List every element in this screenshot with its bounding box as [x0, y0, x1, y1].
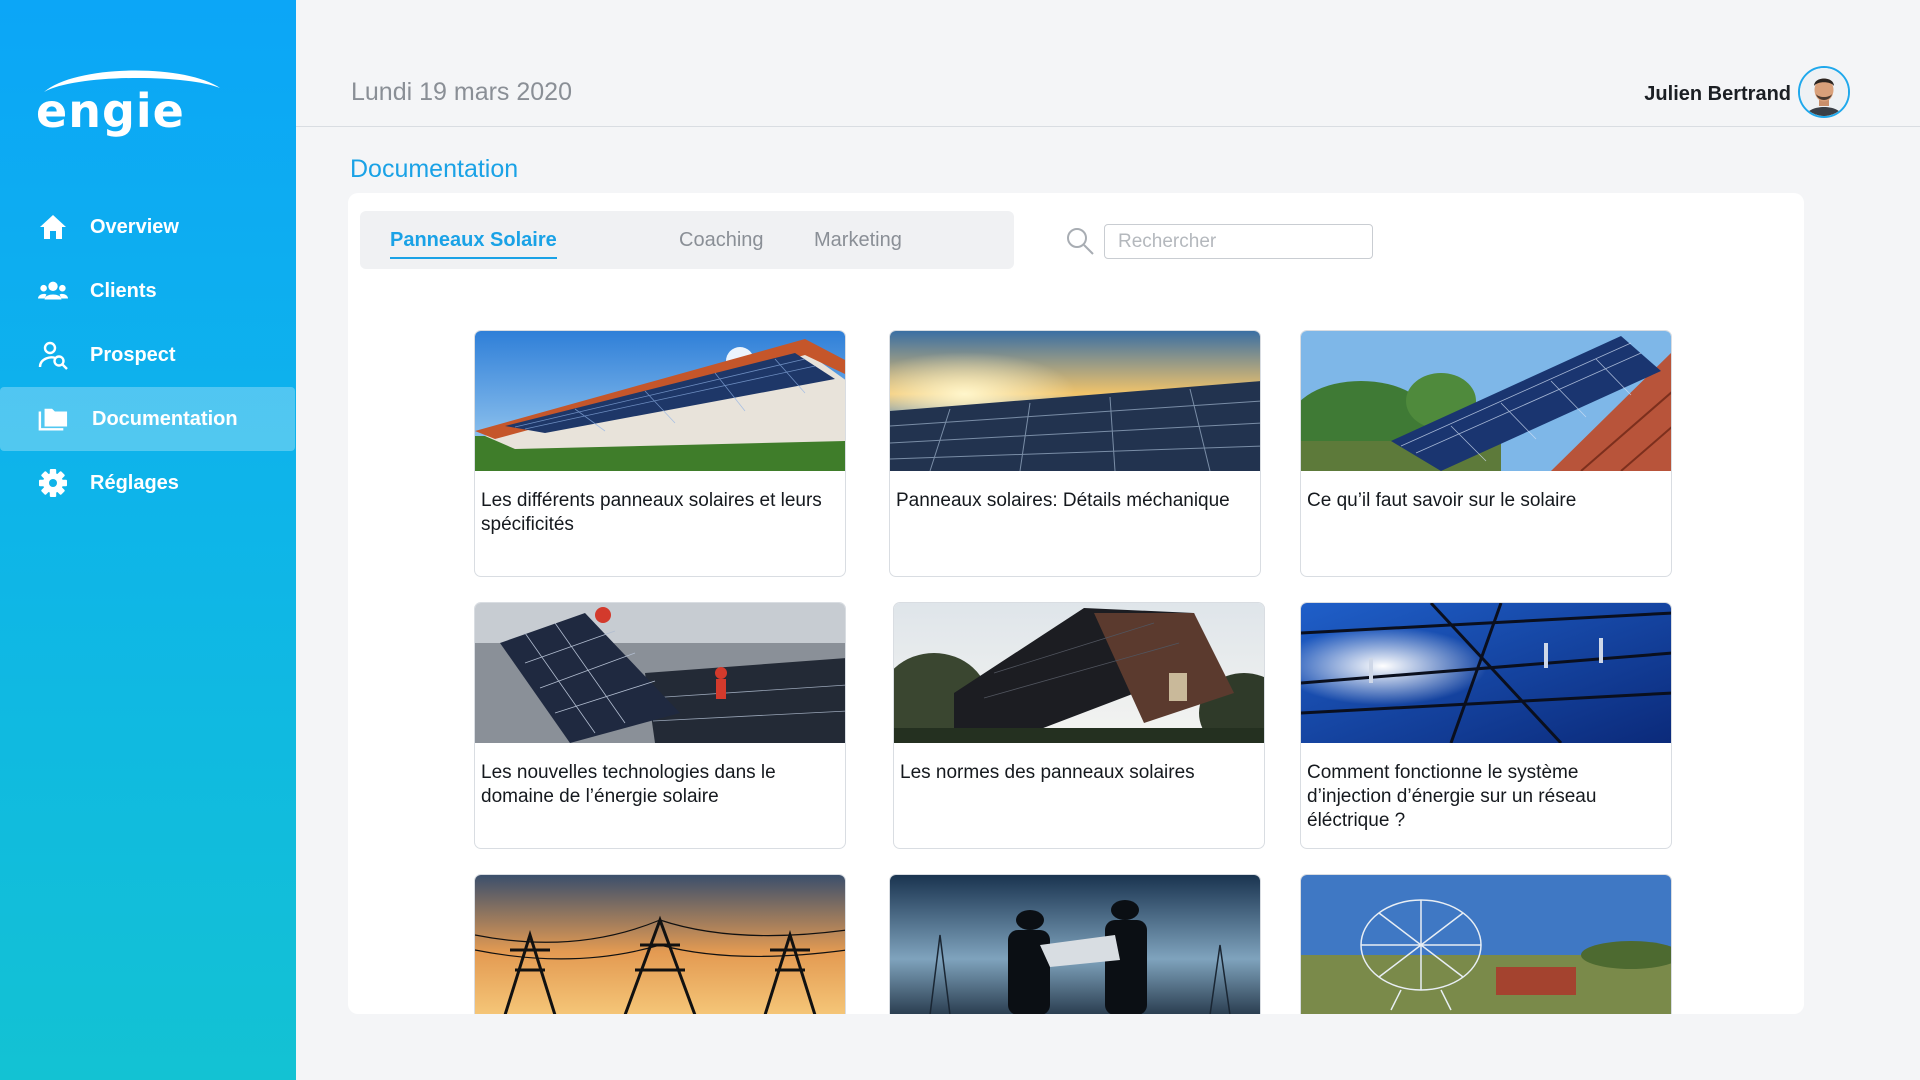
solar-panels-sunset-image	[890, 331, 1260, 471]
sidebar-item-label: Clients	[90, 279, 157, 302]
doc-card[interactable]: Panneaux solaires: Détails méchanique	[889, 330, 1261, 577]
sidebar-item-prospect[interactable]: Prospect	[0, 323, 296, 387]
doc-card[interactable]	[474, 874, 846, 1014]
doc-card[interactable]: Ce qu’il faut savoir sur le solaire	[1300, 330, 1672, 577]
sidebar-item-overview[interactable]: Overview	[0, 195, 296, 259]
doc-card[interactable]: Les différents panneaux solaires et leur…	[474, 330, 846, 577]
house-solar-roof-dusk-image	[894, 603, 1264, 743]
sidebar-item-clients[interactable]: Clients	[0, 259, 296, 323]
power-lines-sunset-image	[475, 875, 845, 1014]
sidebar-item-reglages[interactable]: Réglages	[0, 451, 296, 515]
home-icon	[38, 212, 68, 242]
engineers-silhouette-image	[890, 875, 1260, 1014]
card-title: Panneaux solaires: Détails méchanique	[896, 490, 1230, 511]
current-date: Lundi 19 mars 2020	[351, 78, 572, 106]
sidebar-item-label: Réglages	[90, 471, 179, 494]
card-title: Les différents panneaux solaires et leur…	[481, 490, 822, 535]
header-divider	[296, 126, 1920, 127]
sidebar-item-label: Documentation	[92, 407, 238, 430]
card-title: Les normes des panneaux solaires	[900, 762, 1195, 783]
user-search-icon	[38, 340, 68, 370]
doc-card[interactable]: Les normes des panneaux solaires	[893, 602, 1265, 849]
card-title: Ce qu’il faut savoir sur le solaire	[1307, 490, 1577, 511]
folder-icon	[38, 404, 68, 434]
doc-card[interactable]	[1300, 874, 1672, 1014]
sidebar-item-documentation[interactable]: Documentation	[0, 387, 295, 451]
tab-marketing[interactable]: Marketing	[814, 211, 902, 269]
sidebar-item-label: Prospect	[90, 343, 176, 366]
doc-card[interactable]	[889, 874, 1261, 1014]
tab-coaching[interactable]: Coaching	[679, 211, 764, 269]
card-title: Les nouvelles technologies dans le domai…	[481, 762, 776, 807]
doc-card[interactable]: Les nouvelles technologies dans le domai…	[474, 602, 846, 849]
solar-concentrator-field-image	[1301, 875, 1671, 1014]
logo-wordmark: engie	[36, 84, 185, 138]
users-icon	[38, 276, 68, 306]
search-icon[interactable]	[1065, 226, 1095, 256]
documentation-panel: Panneaux Solaire Coaching Marketing Rech…	[348, 193, 1804, 1014]
power-pylon-blue-sky-image	[1301, 603, 1671, 743]
card-title: Comment fonctionne le système d’injectio…	[1307, 762, 1597, 831]
category-tabs: Panneaux Solaire Coaching Marketing	[360, 211, 1014, 269]
tab-panneaux-solaire[interactable]: Panneaux Solaire	[390, 211, 557, 269]
search-input[interactable]	[1104, 224, 1373, 259]
sidebar: engie Overview Clients Prospect Document…	[0, 0, 296, 1080]
user-name[interactable]: Julien Bertrand	[1644, 83, 1791, 106]
page-title: Documentation	[350, 155, 519, 183]
avatar[interactable]	[1798, 66, 1850, 118]
engie-logo[interactable]: engie	[36, 58, 224, 134]
sidebar-nav: Overview Clients Prospect Documentation …	[0, 195, 296, 515]
workers-installing-panels-image	[475, 603, 845, 743]
solar-roof-house-image	[475, 331, 845, 471]
sidebar-item-label: Overview	[90, 215, 179, 238]
gear-icon	[38, 468, 68, 498]
doc-card[interactable]: Comment fonctionne le système d’injectio…	[1300, 602, 1672, 849]
solar-panel-tiles-image	[1301, 331, 1671, 471]
